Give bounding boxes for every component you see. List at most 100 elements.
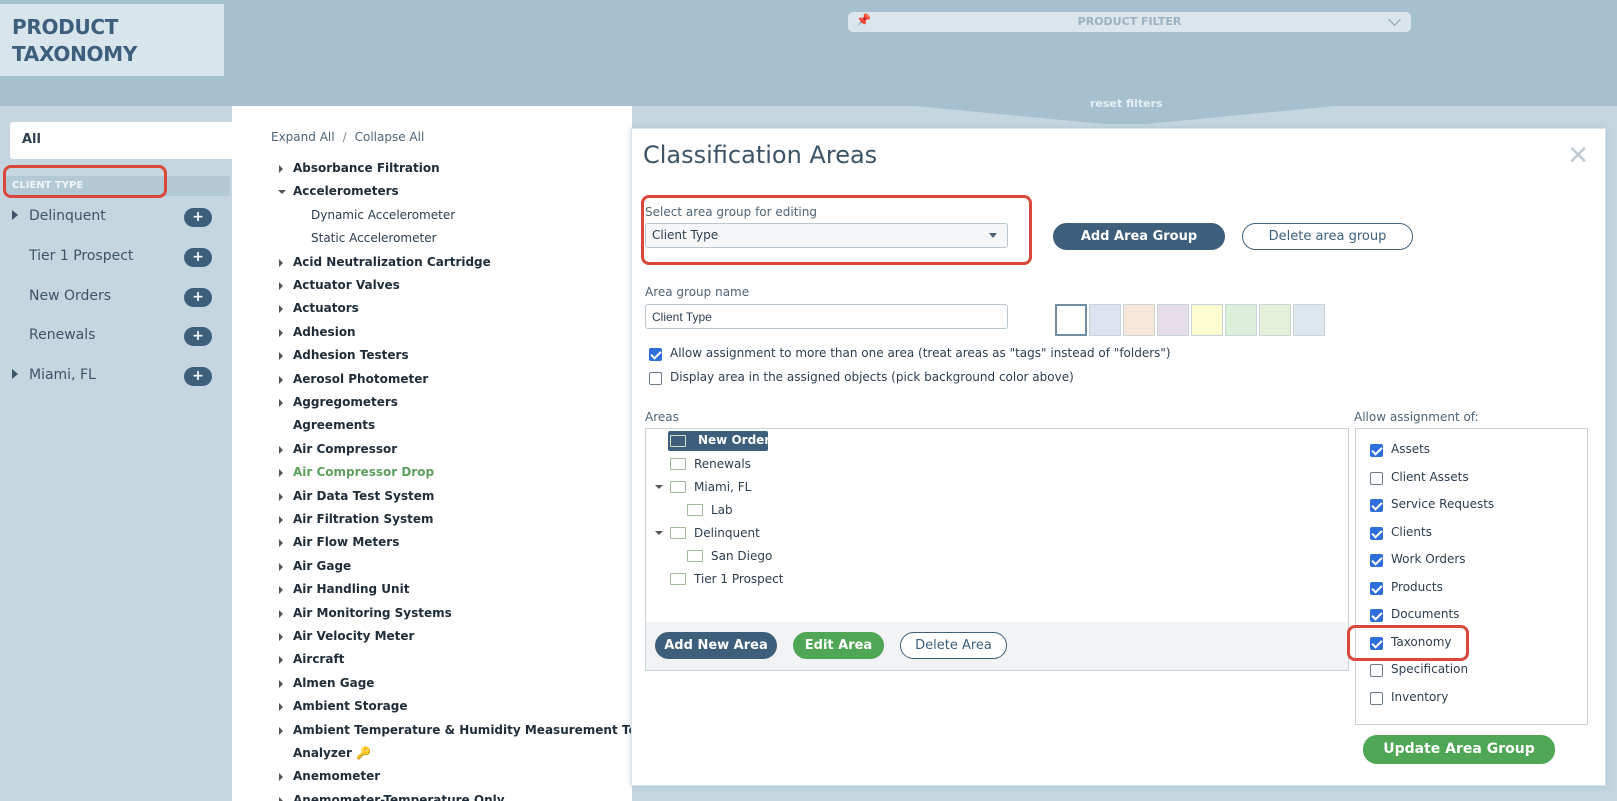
expand-all-link[interactable]: Expand All (271, 130, 335, 144)
collapse-arrow-icon[interactable] (655, 485, 663, 489)
allow-checkbox[interactable] (1370, 554, 1383, 567)
tree-item[interactable]: Ambient Storage (279, 699, 407, 719)
area-group-select[interactable]: Client Type (645, 223, 1008, 248)
allow-checkbox[interactable] (1370, 527, 1383, 540)
color-swatch[interactable] (1225, 304, 1257, 336)
expand-arrow-icon[interactable] (279, 493, 283, 501)
delete-area-group-button[interactable]: Delete area group (1242, 223, 1413, 250)
update-area-group-button[interactable]: Update Area Group (1363, 735, 1555, 764)
expand-arrow-icon[interactable] (279, 680, 283, 688)
expand-arrow-icon[interactable] (279, 703, 283, 711)
sidebar-item-2[interactable]: New Orders + (0, 286, 232, 310)
sidebar-item-all[interactable]: All (10, 122, 232, 159)
expand-arrow-icon[interactable] (279, 563, 283, 571)
color-swatch[interactable] (1055, 304, 1087, 336)
add-area-group-button[interactable]: Add Area Group (1053, 223, 1225, 250)
color-swatch[interactable] (1293, 304, 1325, 336)
tree-item[interactable]: Absorbance Filtration (279, 161, 440, 181)
tree-item[interactable]: Acid Neutralization Cartridge (279, 255, 491, 275)
expand-arrow-icon[interactable] (279, 282, 283, 290)
expand-arrow-icon[interactable] (279, 305, 283, 313)
reset-filters-link[interactable]: reset filters (1090, 97, 1163, 110)
sidebar-item-3[interactable]: Renewals + (0, 325, 232, 349)
expand-arrow-icon[interactable] (279, 469, 283, 477)
delete-area-button[interactable]: Delete Area (900, 632, 1007, 659)
product-filter-dropdown[interactable]: 📌 PRODUCT FILTER (848, 12, 1411, 32)
tree-item[interactable]: Air Flow Meters (279, 535, 399, 555)
collapse-arrow-icon[interactable] (278, 190, 286, 194)
tree-item[interactable]: Aggregometers (279, 395, 398, 415)
expand-arrow-icon[interactable] (279, 797, 283, 801)
display-area-checkbox[interactable] (649, 372, 662, 385)
collapse-all-link[interactable]: Collapse All (355, 130, 425, 144)
tree-item[interactable]: Adhesion (279, 325, 356, 345)
tree-item[interactable]: Air Compressor Drop (279, 465, 434, 485)
tree-item[interactable]: Air Gage (279, 559, 351, 579)
expand-arrow-icon[interactable] (279, 727, 283, 735)
add-new-area-button[interactable]: Add New Area (655, 632, 777, 659)
expand-arrow-icon[interactable] (279, 656, 283, 664)
tree-item[interactable]: Air Compressor (279, 442, 397, 462)
expand-arrow-icon[interactable] (279, 376, 283, 384)
tree-item[interactable]: Actuators (279, 301, 359, 321)
expand-arrow-icon[interactable] (279, 586, 283, 594)
add-icon[interactable]: + (184, 288, 212, 307)
tree-item[interactable]: Air Velocity Meter (279, 629, 414, 649)
color-swatch[interactable] (1259, 304, 1291, 336)
tree-item[interactable]: Accelerometers (278, 184, 399, 204)
tree-item[interactable]: Aerosol Photometer (279, 372, 428, 392)
expand-arrow-icon[interactable] (279, 773, 283, 781)
expand-arrow-icon[interactable] (279, 539, 283, 547)
tree-item[interactable]: Static Accelerometer (311, 231, 437, 251)
add-icon[interactable]: + (184, 327, 212, 346)
tree-item[interactable]: Aircraft (279, 652, 344, 672)
color-swatch[interactable] (1123, 304, 1155, 336)
allow-checkbox[interactable] (1370, 637, 1383, 650)
add-icon[interactable]: + (184, 208, 212, 227)
allow-multi-checkbox[interactable] (649, 348, 662, 361)
expand-arrow-icon[interactable] (279, 352, 283, 360)
expand-arrow-icon[interactable] (279, 446, 283, 454)
allow-checkbox[interactable] (1370, 609, 1383, 622)
tree-item[interactable]: Almen Gage (279, 676, 374, 696)
tree-item[interactable]: Ambient Temperature & Humidity Measureme… (279, 723, 656, 743)
allow-checkbox[interactable] (1370, 664, 1383, 677)
expand-arrow-icon[interactable] (279, 633, 283, 641)
expand-arrow-icon[interactable] (279, 259, 283, 267)
color-swatch[interactable] (1089, 304, 1121, 336)
client-type-group-header[interactable]: CLIENT TYPE (6, 176, 230, 196)
allow-checkbox[interactable] (1370, 444, 1383, 457)
expand-arrow-icon[interactable] (279, 516, 283, 524)
allow-checkbox[interactable] (1370, 692, 1383, 705)
sidebar-item-0[interactable]: Delinquent + (0, 206, 232, 230)
color-swatch[interactable] (1191, 304, 1223, 336)
tree-item[interactable]: Analyzer 🔑 (293, 746, 371, 766)
collapse-arrow-icon[interactable] (655, 531, 663, 535)
allow-checkbox[interactable] (1370, 472, 1383, 485)
tree-item[interactable]: Air Data Test System (279, 489, 434, 509)
expand-arrow-icon[interactable] (279, 399, 283, 407)
tree-item[interactable]: Adhesion Testers (279, 348, 409, 368)
expand-arrow-icon[interactable] (12, 369, 18, 379)
expand-arrow-icon[interactable] (279, 610, 283, 618)
edit-area-button[interactable]: Edit Area (793, 632, 884, 659)
tree-item[interactable]: Agreements (293, 418, 375, 438)
allow-checkbox[interactable] (1370, 582, 1383, 595)
tree-item[interactable]: Actuator Valves (279, 278, 400, 298)
expand-arrow-icon[interactable] (12, 210, 18, 220)
color-swatch[interactable] (1157, 304, 1189, 336)
group-name-input[interactable] (645, 304, 1008, 329)
tree-item[interactable]: Anemometer (279, 769, 380, 789)
tree-item[interactable]: Air Monitoring Systems (279, 606, 452, 626)
expand-arrow-icon[interactable] (279, 165, 283, 173)
expand-arrow-icon[interactable] (279, 329, 283, 337)
sidebar-item-1[interactable]: Tier 1 Prospect + (0, 246, 232, 270)
add-icon[interactable]: + (184, 248, 212, 267)
sidebar-item-4[interactable]: Miami, FL + (0, 365, 232, 389)
add-icon[interactable]: + (184, 367, 212, 386)
tree-item[interactable]: Dynamic Accelerometer (311, 208, 455, 228)
tree-item[interactable]: Anemometer-Temperature Only (279, 793, 505, 801)
close-icon[interactable]: ✕ (1567, 143, 1589, 169)
tree-item[interactable]: Air Handling Unit (279, 582, 409, 602)
allow-checkbox[interactable] (1370, 499, 1383, 512)
